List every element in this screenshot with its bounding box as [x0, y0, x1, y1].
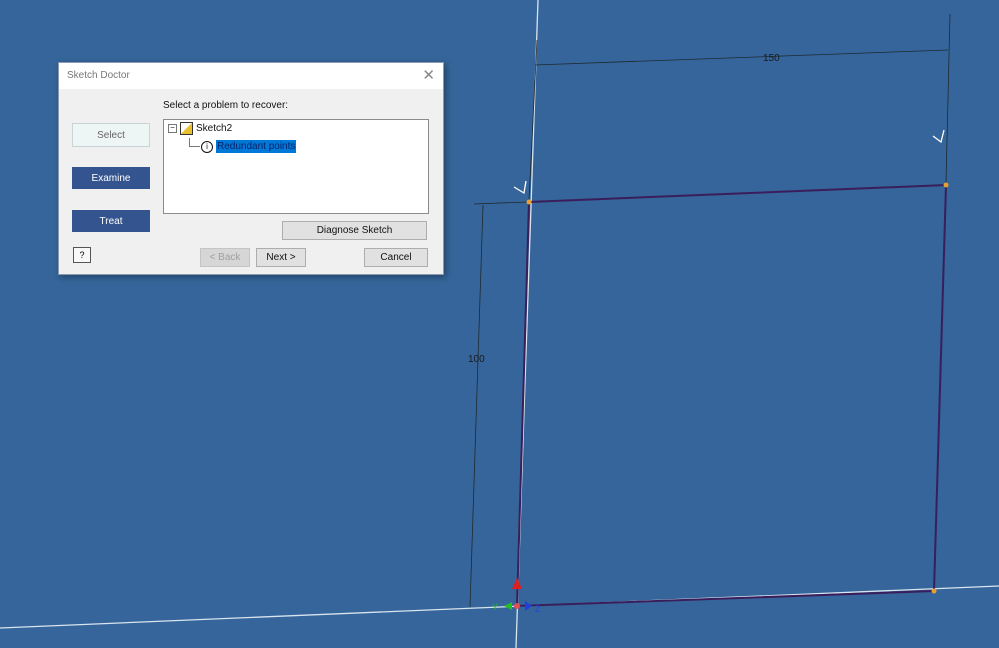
close-icon[interactable]: ✕ [422, 66, 435, 84]
perpendicular-constraint-icon[interactable] [513, 180, 527, 195]
prompt-label: Select a problem to recover: [163, 100, 289, 111]
horizontal-axis-line [0, 585, 999, 629]
dimension-150-label[interactable]: 150 [763, 53, 780, 64]
sketch-doctor-dialog: Sketch Doctor ✕ Select Examine Treat Sel… [58, 62, 444, 275]
dimension-100-label[interactable]: 100 [468, 354, 485, 365]
perpendicular-constraint-icon[interactable] [932, 129, 945, 144]
sketch-points[interactable] [526, 182, 949, 594]
cancel-button[interactable]: Cancel [364, 248, 428, 267]
origin-point[interactable] [514, 603, 520, 609]
sketch-icon [180, 122, 193, 135]
problem-tree[interactable]: − Sketch2 i Redundant points [163, 119, 429, 214]
step-treat-button[interactable]: Treat [72, 210, 150, 232]
diagnose-sketch-button[interactable]: Diagnose Sketch [282, 221, 427, 240]
help-icon[interactable]: ? [73, 247, 91, 263]
sketch-rectangle[interactable] [515, 183, 948, 608]
tree-node-sketch2[interactable]: − Sketch2 [168, 122, 232, 135]
step-examine-button[interactable]: Examine [72, 167, 150, 189]
y-axis-label: Y [492, 602, 498, 612]
dialog-title: Sketch Doctor [67, 70, 130, 81]
y-axis-arrow-icon [504, 602, 512, 610]
z-axis-arrow-icon [525, 601, 532, 611]
collapse-icon[interactable]: − [168, 124, 177, 133]
back-button[interactable]: < Back [200, 248, 250, 267]
step-select-button[interactable]: Select [72, 123, 150, 147]
info-icon: i [201, 140, 213, 153]
title-bar[interactable]: Sketch Doctor ✕ [59, 63, 443, 89]
tree-node-label: Sketch2 [196, 123, 233, 134]
tree-node-label: Redundant points [216, 140, 297, 153]
z-axis-label: Z [535, 604, 541, 614]
dimension-150[interactable] [528, 13, 951, 201]
tree-node-redundant-points[interactable]: i Redundant points [201, 140, 297, 153]
x-axis-arrow-icon [512, 578, 522, 589]
next-button[interactable]: Next > [256, 248, 306, 267]
